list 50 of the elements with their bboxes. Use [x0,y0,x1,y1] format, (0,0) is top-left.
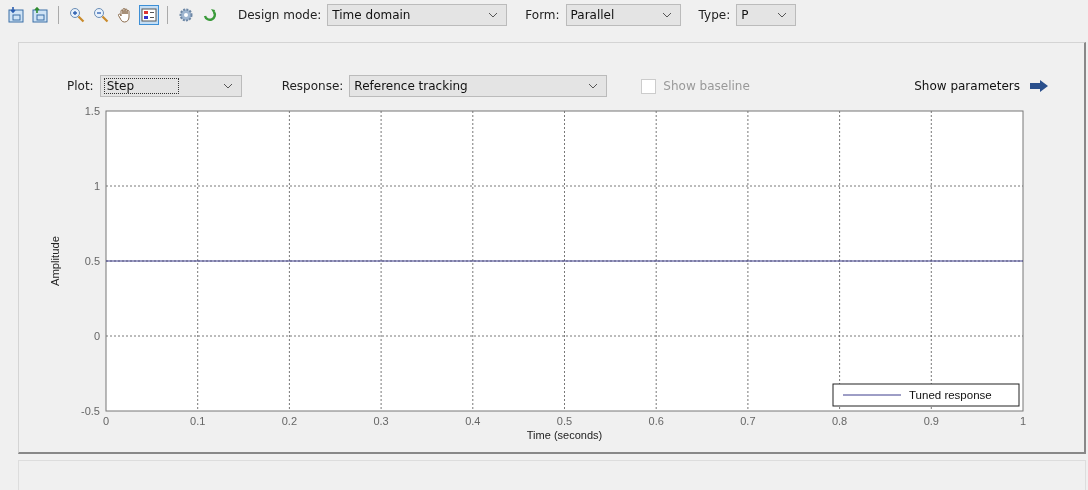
y-tick-label: -0.5 [81,405,100,417]
field-label: Form: [525,8,560,22]
chevron-icon [588,83,599,89]
x-tick-label: 0.6 [648,415,664,427]
plot-dropdown[interactable]: Step [99,75,242,97]
refresh-icon [202,7,218,23]
chevron-icon [488,12,499,18]
x-tick-label: 0.4 [465,415,481,427]
settings-icon [178,7,194,23]
y-tick-label: 0.5 [84,255,100,267]
legend-tool[interactable] [139,5,159,25]
y-axis-label: Amplitude [49,237,61,286]
field-label: Design mode: [238,8,322,22]
dropdown[interactable]: Time domain [327,4,508,26]
dropdown[interactable]: Parallel [565,4,681,26]
file-icon [8,7,24,23]
plot-label: Plot: [67,79,94,93]
show-parameters-link[interactable]: Show parameters [914,79,1020,93]
x-tick-label: 0.8 [831,415,848,427]
arrow-right-icon [1030,80,1048,92]
x-tick-label: 0 [102,415,110,427]
chevron-icon [661,12,672,18]
legend: Tuned response [832,383,1020,407]
hand-icon [117,7,133,23]
file-icon [32,7,48,23]
x-tick-label: 1 [1019,415,1027,427]
y-tick-label: 0 [93,330,100,342]
import-tool[interactable] [6,5,26,25]
x-tick-label: 0.3 [373,415,389,427]
chevron-icon [222,83,233,89]
field-label: Type: [698,8,731,22]
y-tick-label: 1 [93,180,100,192]
x-axis-label: Time (seconds) [526,429,603,441]
legend-icon [141,7,157,23]
export-tool[interactable] [30,5,50,25]
x-tick-label: 0.1 [190,415,206,427]
x-tick-label: 0.9 [923,415,939,427]
dropdown[interactable]: P [736,4,797,26]
x-tick-label: 0.2 [281,415,298,427]
x-tick-label: 0.5 [556,415,573,427]
response-dropdown[interactable]: Reference tracking [349,75,608,97]
zoom-in-tool[interactable] [67,5,87,25]
zoom-out-tool[interactable] [91,5,111,25]
checkbox-label: Show baseline [663,79,750,93]
zoom-in-icon [69,7,85,23]
chevron-icon [777,12,788,18]
y-tick-label: 1.5 [84,105,100,117]
x-tick-label: 0.7 [740,415,756,427]
response-label: Response: [281,79,344,93]
zoom-out-icon [93,7,109,23]
